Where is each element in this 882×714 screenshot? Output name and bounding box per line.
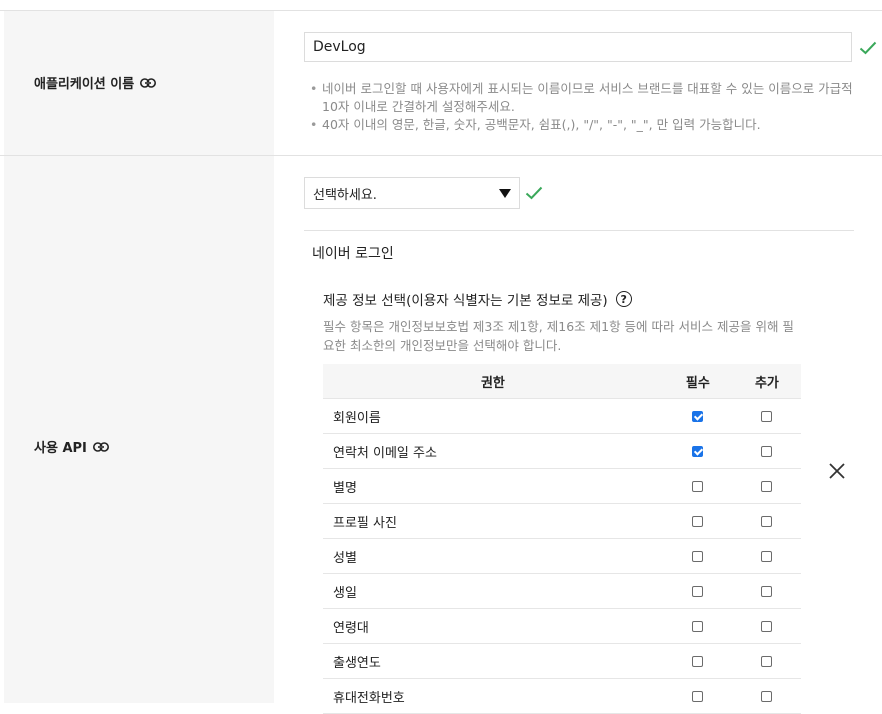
additional-cell — [732, 643, 801, 679]
help-icon[interactable]: ? — [615, 291, 632, 307]
required-cell — [662, 433, 733, 469]
permission-name: 프로필 사진 — [323, 503, 663, 539]
table-row: 생일 — [323, 573, 801, 609]
permission-table: 권한 필수 추가 회원이름 연락처 이메일 주소 별명 프로필 사진 성별 생일 연령대 출생… — [323, 364, 801, 714]
additional-cell — [732, 433, 801, 469]
table-row: 연락처 이메일 주소 — [323, 433, 801, 469]
api-title: 네이버 로그인 — [312, 246, 394, 262]
permission-name: 출생연도 — [323, 643, 663, 679]
table-header-row: 권한 필수 추가 — [323, 364, 801, 399]
table-row: 휴대전화번호 — [323, 678, 801, 714]
required-checkbox[interactable] — [692, 515, 704, 527]
required-checkbox[interactable] — [692, 620, 704, 632]
permission-name: 연령대 — [323, 608, 663, 644]
link-icon[interactable] — [92, 441, 109, 452]
required-checkbox[interactable] — [692, 445, 704, 457]
additional-cell — [732, 573, 801, 609]
required-cell — [662, 538, 733, 574]
app-name-label-text: 애플리케이션 이름 — [34, 77, 135, 92]
required-cell — [662, 573, 733, 609]
required-checkbox[interactable] — [692, 480, 704, 492]
app-name-notes: 네이버 로그인할 때 사용자에게 표시되는 이름이므로 서비스 브랜드를 대표할… — [308, 80, 853, 134]
dropdown-arrow-icon — [499, 189, 511, 198]
additional-cell — [732, 503, 801, 539]
required-cell — [662, 608, 733, 644]
required-checkbox[interactable] — [692, 690, 704, 702]
additional-checkbox[interactable] — [761, 445, 773, 457]
api-label-text: 사용 API — [34, 441, 87, 456]
required-cell — [662, 678, 733, 714]
table-row: 출생연도 — [323, 643, 801, 679]
additional-checkbox[interactable] — [761, 585, 773, 597]
app-name-note: 40자 이내의 영문, 한글, 숫자, 공백문자, 쉼표(,), "/", "-… — [308, 116, 853, 134]
permission-name: 회원이름 — [323, 398, 663, 434]
permission-name: 성별 — [323, 538, 663, 574]
additional-cell — [732, 398, 801, 434]
app-name-label: 애플리케이션 이름 — [34, 73, 157, 92]
table-row: 프로필 사진 — [323, 503, 801, 539]
required-checkbox[interactable] — [692, 410, 704, 422]
permission-name: 휴대전화번호 — [323, 678, 663, 714]
additional-checkbox[interactable] — [761, 620, 773, 632]
close-icon[interactable] — [826, 460, 848, 482]
additional-cell — [732, 468, 801, 504]
header-required: 필수 — [662, 364, 733, 399]
header-permission: 권한 — [323, 364, 663, 399]
valid-check-icon — [525, 186, 543, 200]
additional-checkbox[interactable] — [761, 410, 773, 422]
permission-name: 연락처 이메일 주소 — [323, 433, 663, 469]
info-description: 필수 항목은 개인정보보호법 제3조 제1항, 제16조 제1항 등에 따라 서… — [323, 319, 794, 353]
table-row: 성별 — [323, 538, 801, 574]
required-cell — [662, 643, 733, 679]
api-label: 사용 API — [34, 437, 109, 456]
permission-name: 생일 — [323, 573, 663, 609]
api-select[interactable]: 선택하세요. — [304, 177, 520, 209]
table-row: 연령대 — [323, 608, 801, 644]
additional-cell — [732, 538, 801, 574]
additional-checkbox[interactable] — [761, 550, 773, 562]
api-select-value: 선택하세요. — [313, 187, 377, 203]
app-name-input[interactable] — [304, 32, 852, 62]
required-cell — [662, 398, 733, 434]
permission-table-body: 회원이름 연락처 이메일 주소 별명 프로필 사진 성별 생일 연령대 출생연도 휴대전화번호 — [323, 398, 801, 714]
link-icon[interactable] — [140, 77, 157, 88]
additional-checkbox[interactable] — [761, 690, 773, 702]
header-additional: 추가 — [732, 364, 801, 399]
api-label-cell — [4, 156, 274, 703]
app-name-note: 네이버 로그인할 때 사용자에게 표시되는 이름이므로 서비스 브랜드를 대표할… — [308, 80, 853, 116]
additional-checkbox[interactable] — [761, 480, 773, 492]
additional-cell — [732, 678, 801, 714]
table-row: 별명 — [323, 468, 801, 504]
additional-checkbox[interactable] — [761, 655, 773, 667]
additional-cell — [732, 608, 801, 644]
info-title: 제공 정보 선택(이용자 식별자는 기본 정보로 제공) ? — [323, 289, 632, 309]
required-cell — [662, 468, 733, 504]
required-checkbox[interactable] — [692, 585, 704, 597]
required-cell — [662, 503, 733, 539]
additional-checkbox[interactable] — [761, 515, 773, 527]
info-title-text: 제공 정보 선택(이용자 식별자는 기본 정보로 제공) — [323, 293, 608, 309]
table-row: 회원이름 — [323, 398, 801, 434]
api-divider — [304, 230, 854, 231]
required-checkbox[interactable] — [692, 655, 704, 667]
required-checkbox[interactable] — [692, 550, 704, 562]
valid-check-icon — [859, 41, 877, 55]
permission-name: 별명 — [323, 468, 663, 504]
